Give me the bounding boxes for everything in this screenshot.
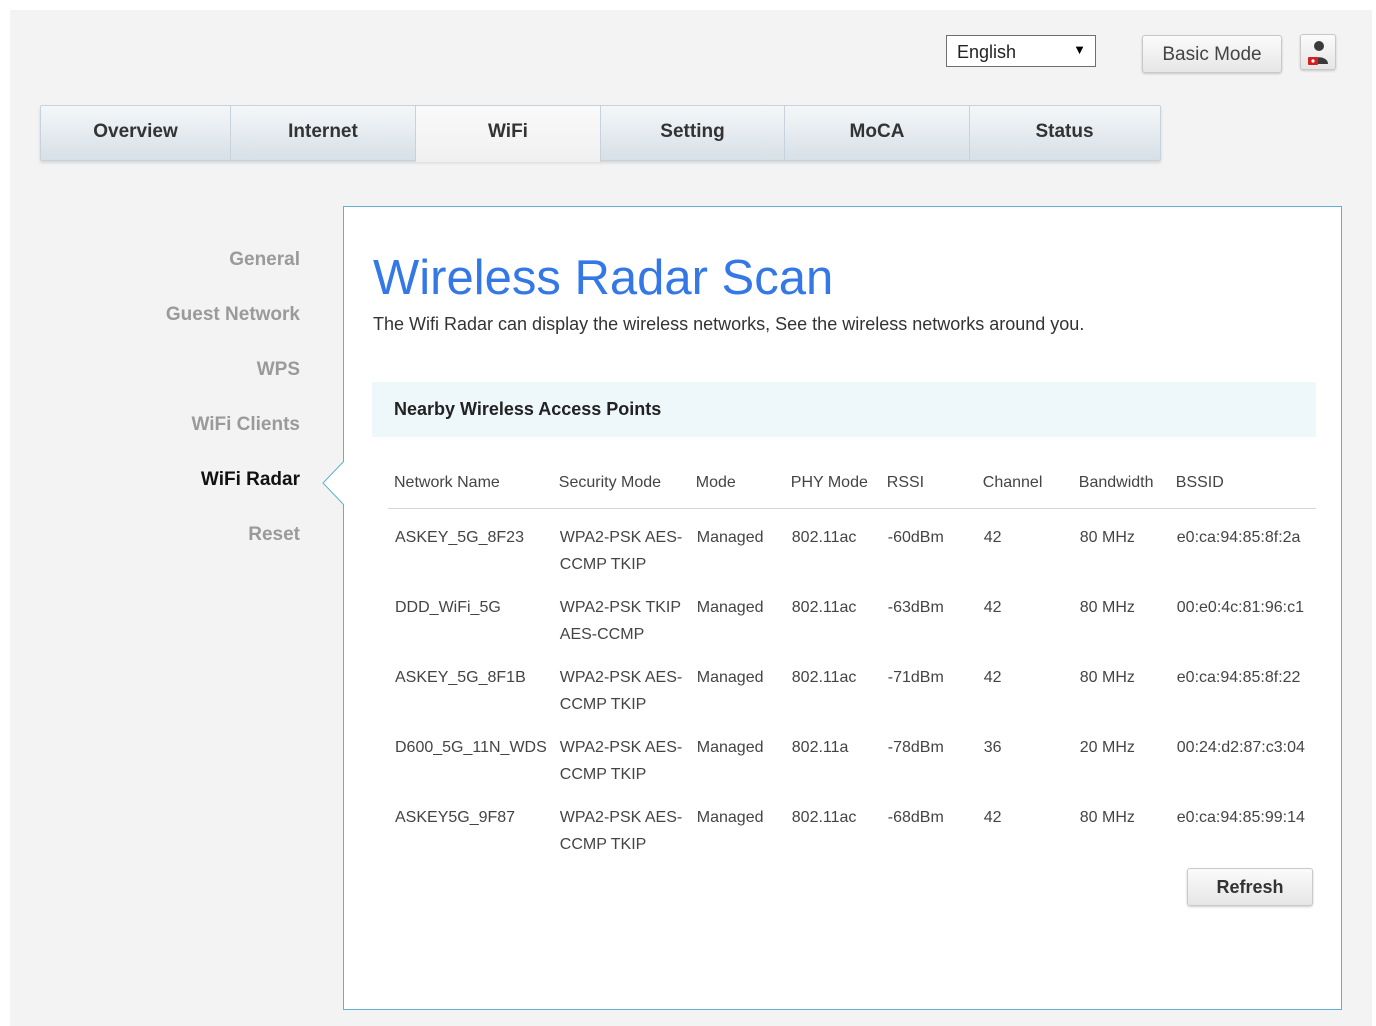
refresh-button[interactable]: Refresh [1187, 868, 1313, 906]
tab-wifi[interactable]: WiFi [416, 106, 601, 162]
tab-status[interactable]: Status [970, 106, 1159, 160]
sidebar-item-reset[interactable]: Reset [100, 515, 300, 570]
cell-security-mode: WPA2-PSK AES-CCMP TKIP [559, 669, 683, 713]
cell-bandwidth: 80 MHz [1079, 669, 1135, 686]
cell-rssi: -71dBm [887, 669, 944, 686]
table-row: ASKEY5G_9F87 WPA2-PSK AES-CCMP TKIP Mana… [388, 788, 1316, 858]
cell-phy-mode: 802.11ac [791, 599, 857, 616]
page-title: Wireless Radar Scan [373, 251, 834, 305]
cell-channel: 42 [983, 529, 1002, 546]
page-description: The Wifi Radar can display the wireless … [373, 314, 1085, 334]
cell-rssi: -68dBm [887, 809, 944, 826]
access-points-table: Network Name Security Mode Mode PHY Mode… [388, 458, 1316, 858]
cell-bssid: e0:ca:94:85:8f:2a [1176, 529, 1301, 546]
table-row: ASKEY_5G_8F23 WPA2-PSK AES-CCMP TKIP Man… [388, 509, 1316, 579]
cell-bssid: 00:24:d2:87:c3:04 [1176, 739, 1305, 756]
column-header: Mode [689, 458, 785, 509]
cell-channel: 42 [983, 669, 1002, 686]
cell-security-mode: WPA2-PSK AES-CCMP TKIP [559, 809, 683, 853]
column-header: Security Mode [552, 458, 690, 509]
cell-network-name: ASKEY_5G_8F23 [395, 529, 524, 546]
table-row: ASKEY_5G_8F1B WPA2-PSK AES-CCMP TKIP Man… [388, 648, 1316, 718]
sidebar: General Guest Network WPS WiFi Clients W… [100, 240, 300, 570]
sidebar-item-wifi-clients[interactable]: WiFi Clients [100, 405, 300, 460]
cell-bssid: e0:ca:94:85:99:14 [1176, 809, 1305, 826]
cell-phy-mode: 802.11a [791, 739, 849, 756]
cell-bandwidth: 80 MHz [1079, 599, 1135, 616]
column-header: BSSID [1169, 458, 1316, 509]
user-icon [1308, 41, 1328, 65]
cell-mode: Managed [696, 669, 764, 686]
cell-rssi: -63dBm [887, 599, 944, 616]
cell-phy-mode: 802.11ac [791, 529, 857, 546]
cell-bssid: 00:e0:4c:81:96:c1 [1176, 599, 1304, 616]
column-header: Bandwidth [1072, 458, 1170, 509]
tab-internet[interactable]: Internet [231, 106, 416, 160]
cell-network-name: ASKEY5G_9F87 [395, 809, 516, 826]
language-select-value: English [957, 42, 1017, 62]
cell-bandwidth: 80 MHz [1079, 809, 1135, 826]
cell-bandwidth: 80 MHz [1079, 529, 1135, 546]
tab-setting[interactable]: Setting [601, 106, 785, 160]
cell-network-name: D600_5G_11N_WDS [395, 739, 547, 756]
column-header: PHY Mode [784, 458, 881, 509]
sidebar-item-guest-network[interactable]: Guest Network [100, 295, 300, 350]
section-title: Nearby Wireless Access Points [372, 382, 1316, 437]
sidebar-item-wps[interactable]: WPS [100, 350, 300, 405]
dropdown-arrow-icon: ▼ [1073, 42, 1086, 57]
cell-mode: Managed [696, 739, 764, 756]
column-header: Network Name [388, 458, 553, 509]
cell-mode: Managed [696, 599, 764, 616]
cell-bssid: e0:ca:94:85:8f:22 [1176, 669, 1301, 686]
cell-rssi: -60dBm [887, 529, 944, 546]
cell-phy-mode: 802.11ac [791, 809, 857, 826]
main-nav: Overview Internet WiFi Setting MoCA Stat… [40, 105, 1161, 162]
cell-mode: Managed [696, 809, 764, 826]
tab-moca[interactable]: MoCA [785, 106, 970, 160]
column-header: RSSI [880, 458, 977, 509]
table-row: DDD_WiFi_5G WPA2-PSK TKIP AES-CCMP Manag… [388, 578, 1316, 648]
column-header: Channel [976, 458, 1073, 509]
user-button[interactable] [1300, 34, 1336, 70]
language-select[interactable]: English ▼ [946, 35, 1096, 67]
cell-phy-mode: 802.11ac [791, 669, 857, 686]
cell-network-name: ASKEY_5G_8F1B [395, 669, 526, 686]
cell-channel: 36 [983, 739, 1002, 756]
table-row: D600_5G_11N_WDS WPA2-PSK AES-CCMP TKIP M… [388, 718, 1316, 788]
cell-network-name: DDD_WiFi_5G [395, 599, 501, 616]
cell-bandwidth: 20 MHz [1079, 739, 1135, 756]
panel-pointer [322, 461, 344, 505]
cell-channel: 42 [983, 599, 1002, 616]
cell-security-mode: WPA2-PSK TKIP AES-CCMP [559, 599, 681, 643]
cell-security-mode: WPA2-PSK AES-CCMP TKIP [559, 529, 683, 573]
cell-security-mode: WPA2-PSK AES-CCMP TKIP [559, 739, 683, 783]
cell-rssi: -78dBm [887, 739, 944, 756]
sidebar-item-wifi-radar[interactable]: WiFi Radar [100, 460, 300, 515]
cell-mode: Managed [696, 529, 764, 546]
tab-overview[interactable]: Overview [41, 106, 231, 160]
table-header-row: Network Name Security Mode Mode PHY Mode… [388, 458, 1316, 509]
sidebar-item-general[interactable]: General [100, 240, 300, 295]
cell-channel: 42 [983, 809, 1002, 826]
basic-mode-button[interactable]: Basic Mode [1142, 35, 1282, 73]
